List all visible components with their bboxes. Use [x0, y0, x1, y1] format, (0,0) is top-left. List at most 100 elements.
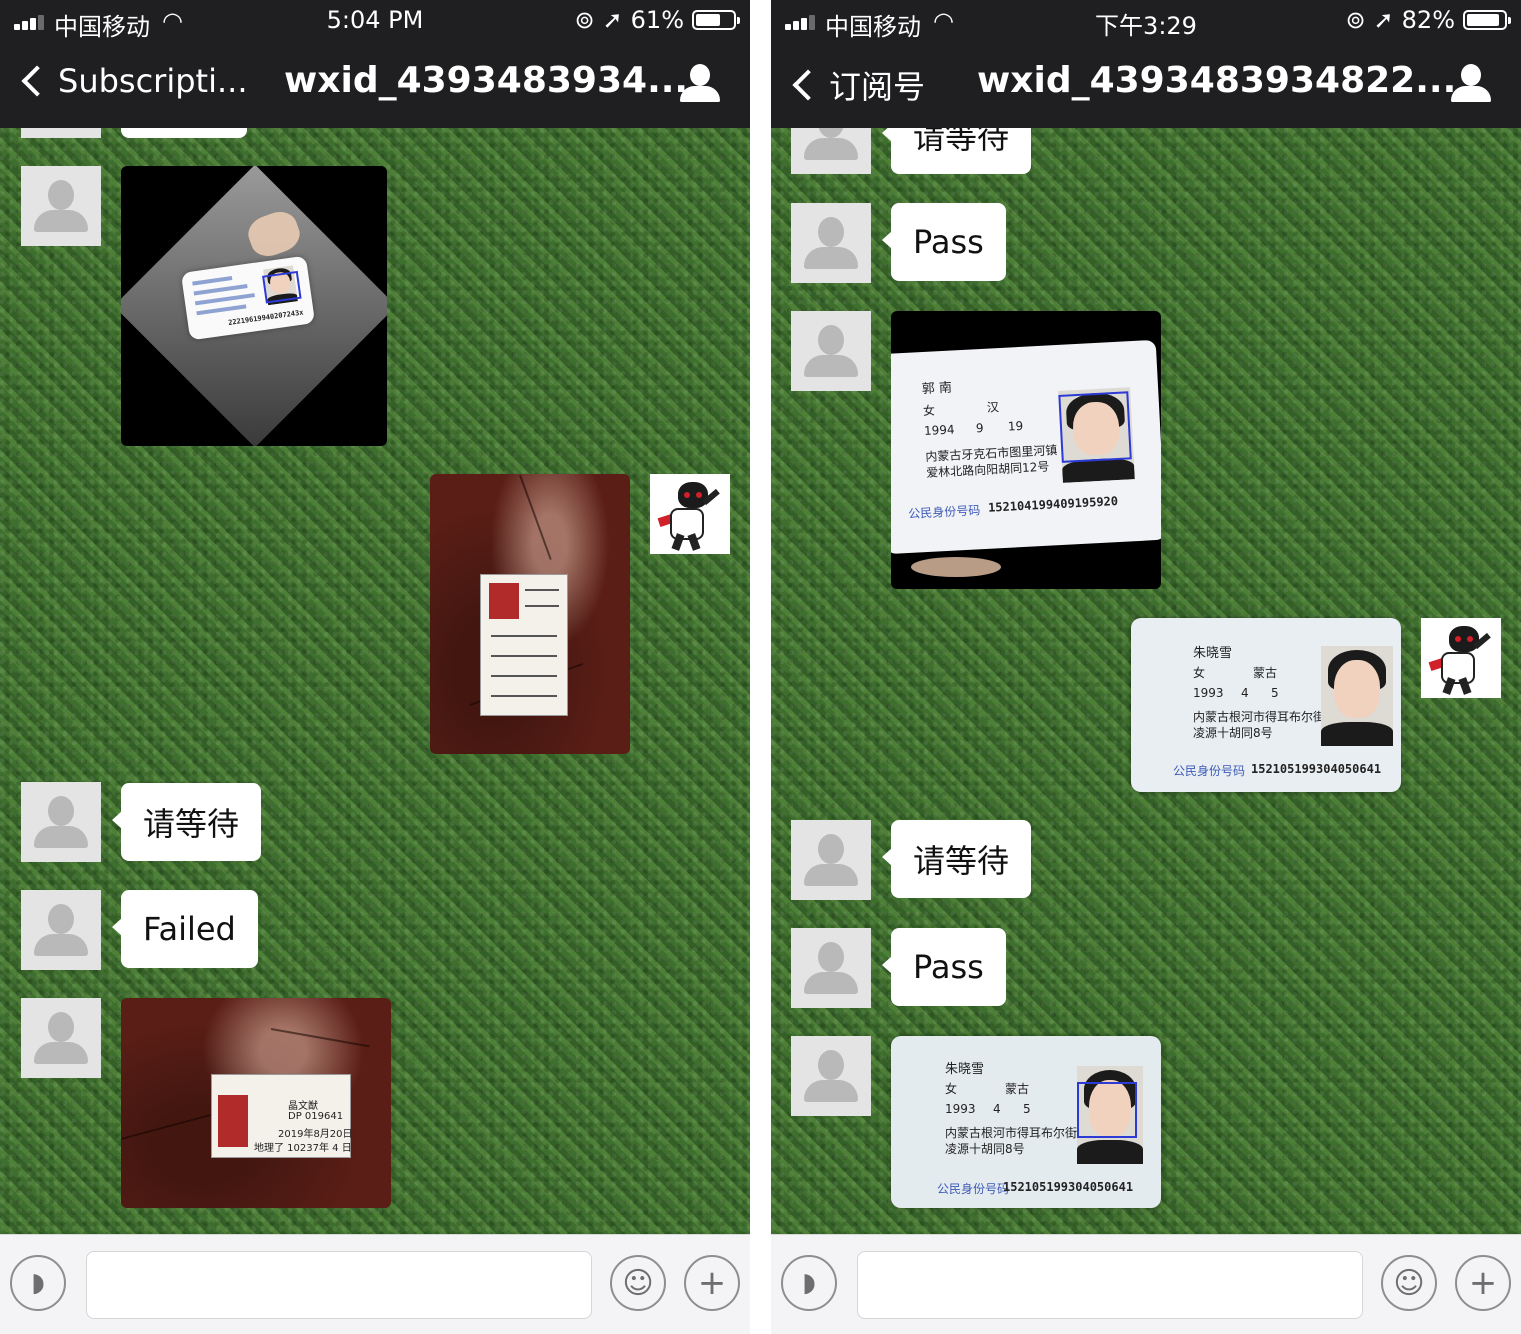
- card-id-number: 152105199304050641: [1003, 1180, 1134, 1194]
- card-birth-month: 9: [975, 420, 984, 436]
- person-icon: [690, 64, 710, 86]
- status-right: ⊚ ➚ 82%: [1345, 6, 1511, 34]
- message-bubble-failed[interactable]: Failed: [112, 890, 258, 968]
- voice-icon: ◗: [802, 1268, 816, 1298]
- message-bubble-pass[interactable]: Pass: [882, 928, 1006, 1006]
- profile-button[interactable]: [1451, 64, 1491, 104]
- paper-card: [480, 574, 568, 716]
- battery-percent: 82%: [1401, 6, 1455, 34]
- card-birth-day: 5: [1271, 686, 1279, 700]
- image-message-id-card-outgoing[interactable]: 朱晓雪 女 蒙古 1993 4 5 内蒙古根河市得耳布尔街 凌源十胡同8号 公民…: [1131, 618, 1401, 792]
- image-message-id-card[interactable]: 郭 南 女 汉 1994 9 19 内蒙古牙克石市图里河镇 爱林北路向阳胡同12…: [891, 311, 1161, 589]
- message-bubble-wait-partial[interactable]: 请等待: [881, 128, 1032, 174]
- my-avatar[interactable]: [650, 474, 730, 554]
- image-message-id-card-incoming[interactable]: 朱晓雪 女 蒙古 1993 4 5 内蒙古根河市得耳布尔街 凌源十胡同8号 公民…: [891, 1036, 1161, 1208]
- image-message-student-card-rotated[interactable]: 晶文猷 DP 019641 2019年8月20日 地理了 10237年 4 日: [121, 998, 391, 1208]
- image-message-student-card[interactable]: [430, 474, 630, 754]
- card-address: 内蒙古根河市得耳布尔街: [1193, 710, 1326, 724]
- plus-icon: +: [1468, 1263, 1498, 1303]
- chat-area[interactable]: 请等待 Pass 郭 南 女 汉 1994 9 19 内蒙古牙克石市图里河镇 爱…: [771, 128, 1521, 1234]
- chat-header: 中国移动 ◠ 5:04 PM ⊚ ➚ 61% Subscripti... wxi…: [0, 0, 750, 128]
- card-sex: 女: [1193, 666, 1206, 680]
- card-birth-month: 4: [993, 1102, 1001, 1116]
- card-birth-year: 1993: [945, 1102, 976, 1116]
- location-arrow-icon: ➚: [602, 6, 623, 34]
- paper-field: DP 019641: [288, 1111, 344, 1122]
- card-address: 凌源十胡同8号: [945, 1142, 1025, 1156]
- card-birth-day: 5: [1023, 1102, 1031, 1116]
- nav-bar: 订阅号 wxid_4393483934822...: [771, 50, 1521, 120]
- chat-header: 中国移动 ◠ 下午3:29 ⊚ ➚ 82% 订阅号 wxid_439348393…: [771, 0, 1521, 128]
- voice-icon: ◗: [31, 1268, 45, 1298]
- emoji-button[interactable]: ☺: [610, 1255, 666, 1311]
- card-ethnicity: 汉: [986, 400, 1000, 415]
- image-message-id-photo[interactable]: 22219619940207243x: [121, 166, 387, 446]
- phone-left: 中国移动 ◠ 5:04 PM ⊚ ➚ 61% Subscripti... wxi…: [0, 0, 750, 1334]
- message-bubble-wait[interactable]: 请等待: [111, 783, 262, 861]
- emoji-button[interactable]: ☺: [1381, 1255, 1437, 1311]
- emoji-icon: ☺: [1393, 1265, 1425, 1301]
- contact-avatar[interactable]: [791, 311, 871, 391]
- card-name: 朱晓雪: [1193, 646, 1233, 661]
- message-bubble-partial[interactable]: [121, 128, 247, 138]
- status-right: ⊚ ➚ 61%: [574, 6, 740, 34]
- card-id-number: 152105199304050641: [1251, 762, 1382, 776]
- contact-avatar[interactable]: [21, 166, 101, 246]
- chevron-left-icon: [21, 65, 53, 97]
- input-bar: ◗ ☺ +: [0, 1234, 750, 1334]
- profile-button[interactable]: [680, 64, 720, 104]
- contact-avatar[interactable]: [21, 998, 101, 1078]
- paper-field: 晶文猷: [288, 1101, 318, 1112]
- paper-field: 2019年8月20日: [278, 1129, 353, 1140]
- card-birth-year: 1993: [1193, 686, 1224, 700]
- back-label: Subscripti...: [58, 62, 248, 100]
- chevron-left-icon: [792, 69, 824, 101]
- contact-avatar[interactable]: [791, 203, 871, 283]
- id-number: 22219619940207243x: [227, 308, 304, 327]
- message-input[interactable]: [86, 1251, 592, 1319]
- contact-avatar[interactable]: [21, 782, 101, 862]
- location-arrow-icon: ➚: [1373, 6, 1394, 34]
- card-ethnicity: 蒙古: [1253, 666, 1278, 680]
- message-bubble-pass[interactable]: Pass: [882, 203, 1006, 281]
- rotation-lock-icon: ⊚: [1345, 6, 1366, 34]
- battery-percent: 61%: [630, 6, 684, 34]
- contact-avatar[interactable]: [21, 890, 101, 970]
- voice-button[interactable]: ◗: [781, 1255, 837, 1311]
- contact-avatar[interactable]: [791, 928, 871, 1008]
- emoji-icon: ☺: [622, 1265, 654, 1301]
- paper-card: 晶文猷 DP 019641 2019年8月20日 地理了 10237年 4 日: [211, 1074, 353, 1158]
- contact-avatar[interactable]: [791, 128, 871, 174]
- battery-icon: [1463, 10, 1511, 30]
- contact-avatar[interactable]: [21, 128, 101, 138]
- rotation-lock-icon: ⊚: [574, 6, 595, 34]
- plus-button[interactable]: +: [1455, 1255, 1511, 1311]
- chat-area[interactable]: 22219619940207243x 请等待 Failed 晶文猷 DP 019…: [0, 128, 750, 1234]
- card-name: 朱晓雪: [945, 1062, 985, 1077]
- person-icon: [1461, 64, 1481, 86]
- input-bar: ◗ ☺ +: [771, 1234, 1521, 1334]
- chat-title: wxid_4393483934822...: [977, 60, 1457, 101]
- plus-icon: +: [697, 1263, 727, 1303]
- paper-field: 地理了 10237年 4 日: [254, 1143, 352, 1154]
- contact-avatar[interactable]: [791, 820, 871, 900]
- card-sex: 女: [922, 403, 936, 419]
- id-card-image: 郭 南 女 汉 1994 9 19 内蒙古牙克石市图里河镇 爱林北路向阳胡同12…: [891, 339, 1161, 555]
- card-birth-month: 4: [1241, 686, 1249, 700]
- back-button[interactable]: Subscripti...: [18, 62, 247, 100]
- card-birth-year: 1994: [923, 422, 955, 439]
- plus-button[interactable]: +: [684, 1255, 740, 1311]
- voice-button[interactable]: ◗: [10, 1255, 66, 1311]
- message-input[interactable]: [857, 1251, 1363, 1319]
- contact-avatar[interactable]: [791, 1036, 871, 1116]
- card-birth-day: 19: [1007, 418, 1024, 434]
- card-name: 郭 南: [921, 380, 953, 398]
- card-address: 凌源十胡同8号: [1193, 726, 1273, 740]
- message-bubble-wait[interactable]: 请等待: [881, 820, 1032, 898]
- back-label: 订阅号: [829, 68, 926, 106]
- card-id-number: 152104199409195920: [987, 494, 1119, 515]
- card-id-label: 公民身份号码: [907, 503, 981, 521]
- my-avatar[interactable]: [1421, 618, 1501, 698]
- card-id-label: 公民身份号码: [1173, 764, 1246, 778]
- back-button[interactable]: 订阅号: [789, 62, 925, 108]
